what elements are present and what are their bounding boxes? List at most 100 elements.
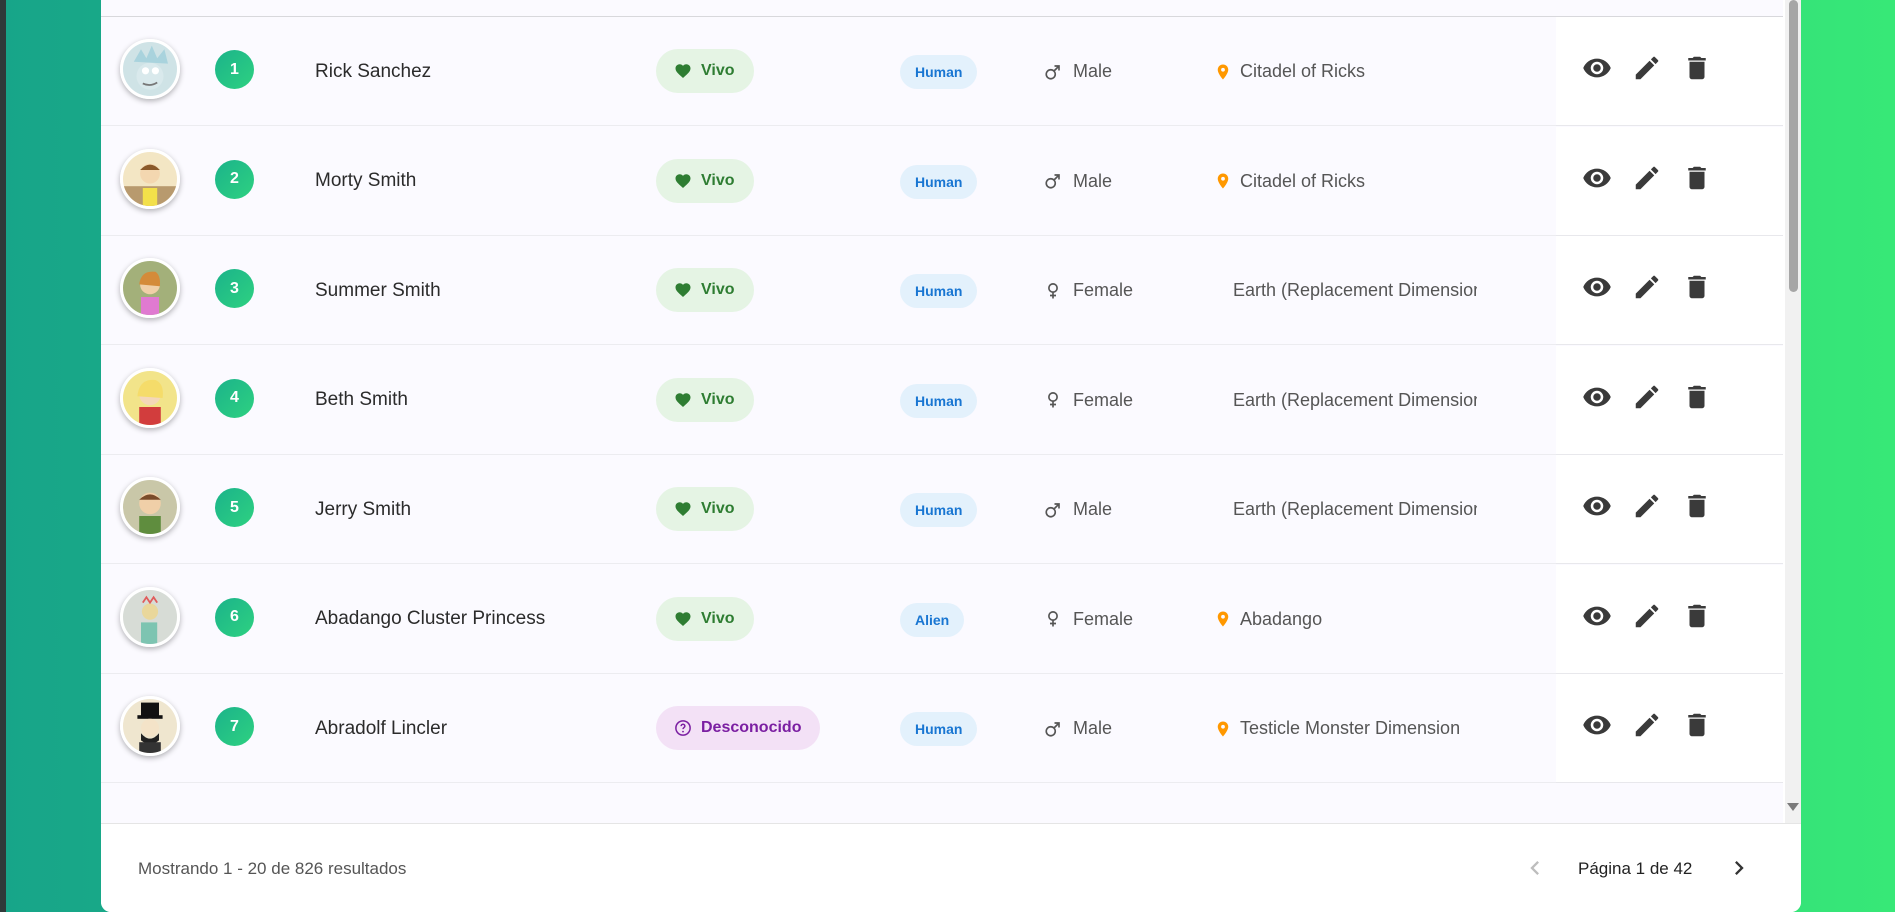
trash-icon: [1682, 53, 1712, 83]
delete-button[interactable]: [1682, 382, 1712, 412]
morty-avatar: [123, 151, 177, 206]
edit-button[interactable]: [1632, 491, 1662, 521]
window-edge: [0, 0, 6, 912]
status-chip: Vivo: [656, 487, 754, 531]
status-chip: Desconocido: [656, 706, 821, 750]
gender-cell: Male: [1044, 17, 1112, 126]
character-name: Morty Smith: [315, 170, 417, 191]
heart-icon: [674, 500, 701, 518]
edit-button[interactable]: [1632, 601, 1662, 631]
species-chip: Human: [900, 55, 978, 89]
id-badge: 7: [215, 707, 254, 746]
table-row: 7 Abradolf Lincler Desconocido Human Male Tes…: [101, 674, 1783, 783]
species-chip: Alien: [900, 602, 965, 637]
delete-button[interactable]: [1682, 491, 1712, 521]
view-button[interactable]: [1582, 272, 1612, 302]
table-scrollbar[interactable]: [1785, 0, 1801, 823]
location-cell: Citadel of Ricks: [1214, 17, 1569, 126]
character-avatar: [120, 586, 180, 647]
trash-icon: [1682, 382, 1712, 412]
pencil-icon: [1632, 491, 1662, 521]
rick-avatar: [123, 42, 177, 96]
pencil-icon: [1632, 710, 1662, 740]
edit-button[interactable]: [1632, 710, 1662, 740]
gender-label: Male: [1073, 170, 1113, 191]
edit-button[interactable]: [1632, 272, 1662, 302]
gender-label: Male: [1073, 718, 1113, 738]
trash-icon: [1682, 491, 1712, 521]
character-name: Abradolf Lincler: [315, 717, 448, 739]
status-label: Vivo: [701, 171, 735, 189]
trash-icon: [1682, 163, 1712, 193]
character-name: Rick Sanchez: [315, 60, 432, 82]
pencil-icon: [1632, 382, 1662, 412]
location-label: Citadel of Ricks: [1240, 61, 1366, 81]
chevron-right-icon: [1735, 861, 1744, 875]
id-badge: 6: [215, 597, 254, 637]
page-indicator: Página 1 de 42: [1578, 858, 1693, 878]
delete-button[interactable]: [1682, 163, 1712, 193]
heart-icon: [674, 610, 701, 628]
status-chip: Vivo: [656, 49, 754, 93]
location-label: Earth (Replacement Dimension): [1233, 499, 1477, 519]
trash-icon: [1682, 272, 1712, 302]
eye-icon: [1582, 601, 1612, 631]
gender-cell: Male: [1044, 674, 1112, 783]
pin-icon: [1214, 720, 1240, 738]
jerry-avatar: [123, 480, 177, 534]
table-row: 5 Jerry Smith Vivo Human Male Earth (Replacem…: [101, 455, 1783, 564]
delete-button[interactable]: [1682, 601, 1712, 631]
view-button[interactable]: [1582, 601, 1612, 631]
eye-icon: [1582, 163, 1612, 193]
species-chip: Human: [900, 712, 978, 746]
female-icon: [1044, 282, 1073, 300]
status-label: Vivo: [701, 62, 735, 79]
next-page-button[interactable]: [1725, 854, 1753, 882]
heart-icon: [674, 391, 701, 409]
species-chip: Human: [900, 164, 978, 199]
delete-button[interactable]: [1682, 53, 1712, 83]
eye-icon: [1582, 710, 1612, 740]
table-row: 1 Rick Sanchez Vivo Human Male Citadel of Ric…: [101, 17, 1783, 126]
female-icon: [1044, 391, 1073, 409]
gender-cell: Female: [1044, 236, 1133, 345]
scroll-down-arrow[interactable]: [1787, 803, 1799, 811]
gender-label: Female: [1073, 608, 1134, 629]
view-button[interactable]: [1582, 491, 1612, 521]
trash-icon: [1682, 601, 1712, 631]
results-summary: Mostrando 1 - 20 de 826 resultados: [138, 858, 407, 878]
character-avatar: [120, 39, 180, 99]
male-icon: [1044, 63, 1073, 81]
scroll-thumb[interactable]: [1789, 0, 1798, 292]
view-button[interactable]: [1582, 382, 1612, 412]
eye-icon: [1582, 491, 1612, 521]
delete-button[interactable]: [1682, 710, 1712, 740]
view-button[interactable]: [1582, 53, 1612, 83]
female-icon: [1044, 610, 1073, 628]
table-row: 6 Abadango Cluster Princess Vivo Alien Femal…: [101, 564, 1783, 674]
pencil-icon: [1632, 272, 1662, 302]
location-cell: Earth (Replacement Dimension): [1214, 236, 1569, 345]
location-cell: Testicle Monster Dimension: [1214, 674, 1569, 783]
edit-button[interactable]: [1632, 53, 1662, 83]
view-button[interactable]: [1582, 163, 1612, 193]
edit-button[interactable]: [1632, 163, 1662, 193]
previous-page-button[interactable]: [1521, 854, 1549, 882]
beth-avatar: [123, 370, 177, 425]
pencil-icon: [1632, 163, 1662, 193]
location-cell: Citadel of Ricks: [1214, 127, 1569, 236]
id-badge: 1: [215, 50, 254, 89]
characters-card: 1 Rick Sanchez Vivo Human Male Citadel of Ric…: [101, 0, 1801, 912]
character-avatar: [120, 367, 180, 428]
delete-button[interactable]: [1682, 272, 1712, 302]
view-button[interactable]: [1582, 710, 1612, 740]
location-label: Testicle Monster Dimension: [1240, 718, 1461, 738]
edit-button[interactable]: [1632, 382, 1662, 412]
trash-icon: [1682, 710, 1712, 740]
heart-icon: [674, 172, 701, 190]
location-cell: Abadango: [1214, 565, 1569, 674]
pencil-icon: [1632, 53, 1662, 83]
location-label: Earth (Replacement Dimension): [1233, 280, 1477, 300]
pencil-icon: [1632, 601, 1662, 631]
male-icon: [1044, 720, 1073, 738]
